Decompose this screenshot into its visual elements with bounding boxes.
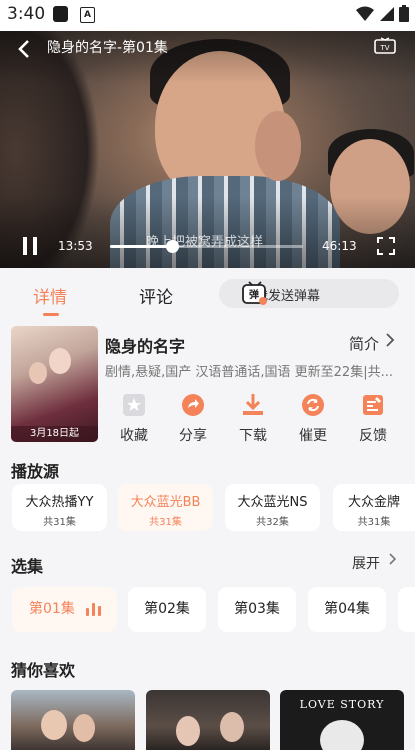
fullscreen-icon[interactable] [377, 237, 395, 259]
show-title: 隐身的名字 [105, 337, 186, 356]
detail-panel: 3月18日起 隐身的名字 简介 剧情,悬疑,国产 汉语普通话,国语 更新至22集… [0, 320, 415, 750]
episode-item[interactable]: 第04集 [308, 587, 386, 632]
recommend-card[interactable] [146, 690, 270, 750]
back-icon[interactable] [17, 39, 31, 64]
request-update-button[interactable]: 催更 [288, 392, 338, 445]
playing-bars-icon [86, 603, 101, 616]
recommend-card[interactable]: LOVE STORY [280, 690, 404, 750]
wifi-icon [356, 6, 374, 21]
show-meta: 剧情,悬疑,国产 汉语普通话,国语 更新至22集|共... [105, 365, 393, 380]
pause-icon[interactable] [22, 237, 38, 259]
chevron-right-icon[interactable] [388, 552, 397, 570]
sources-title: 播放源 [11, 462, 60, 481]
recommend-title: 猜你喜欢 [11, 661, 76, 680]
show-poster[interactable]: 3月18日起 [11, 326, 98, 442]
download-button[interactable]: 下载 [228, 392, 278, 445]
video-title: 隐身的名字-第01集 [47, 40, 168, 56]
svg-text:TV: TV [379, 44, 389, 52]
star-icon [123, 394, 145, 416]
episode-item[interactable]: 第03集 [218, 587, 296, 632]
poster-date: 3月18日起 [11, 426, 98, 442]
tab-details[interactable]: 详情 [33, 283, 67, 308]
status-bar: 3:40 A [0, 0, 415, 31]
chevron-right-icon[interactable] [385, 332, 395, 352]
danmu-input[interactable]: 点我发送弹幕 弹 [219, 279, 399, 308]
episodes-title: 选集 [11, 557, 44, 576]
duration: 46:13 [322, 239, 357, 253]
progress-bar[interactable] [110, 240, 303, 253]
danmu-toggle-icon[interactable]: 弹 [242, 281, 395, 310]
status-icons [356, 5, 409, 22]
recommend-card[interactable] [11, 690, 135, 750]
refresh-icon [302, 394, 324, 416]
source-item[interactable]: 大众热播YY 共31集 [12, 484, 107, 531]
source-item-selected[interactable]: 大众蓝光BB 共31集 [118, 484, 213, 531]
cast-tv-icon[interactable]: TV [374, 37, 396, 59]
tab-comments[interactable]: 评论 [139, 283, 173, 308]
battery-icon [399, 5, 409, 22]
app-notification-icon: A [80, 7, 95, 23]
signal-icon [380, 6, 394, 21]
feedback-icon [363, 395, 383, 415]
detail-tabs: 详情 评论 点我发送弹幕 弹 [0, 268, 415, 320]
download-icon [243, 394, 263, 415]
expand-button[interactable]: 展开 [352, 553, 380, 573]
notification-icon [53, 6, 68, 22]
source-item[interactable]: 大众蓝光NS 共32集 [225, 484, 320, 531]
progress-handle[interactable] [165, 240, 179, 253]
current-time: 13:53 [58, 239, 93, 253]
status-time: 3:40 [7, 4, 46, 24]
episode-item[interactable]: 第02集 [128, 587, 206, 632]
share-icon [182, 394, 204, 416]
tab-indicator [43, 313, 59, 316]
favorite-button[interactable]: 收藏 [109, 392, 159, 445]
share-button[interactable]: 分享 [168, 392, 218, 445]
episode-item-partial[interactable] [398, 587, 415, 632]
source-item[interactable]: 大众金牌 共31集 [333, 484, 415, 531]
recommend-card-title: LOVE STORY [299, 698, 385, 711]
episode-item-selected[interactable]: 第01集 [12, 587, 117, 632]
progress-played [110, 245, 172, 248]
danmu-icon-label: 弹 [249, 288, 259, 301]
feedback-button[interactable]: 反馈 [348, 392, 398, 445]
intro-link[interactable]: 简介 [349, 333, 379, 354]
video-player[interactable]: 隐身的名字-第01集 TV 晚上把被窝弄成这样 13:53 46:13 [0, 31, 415, 268]
